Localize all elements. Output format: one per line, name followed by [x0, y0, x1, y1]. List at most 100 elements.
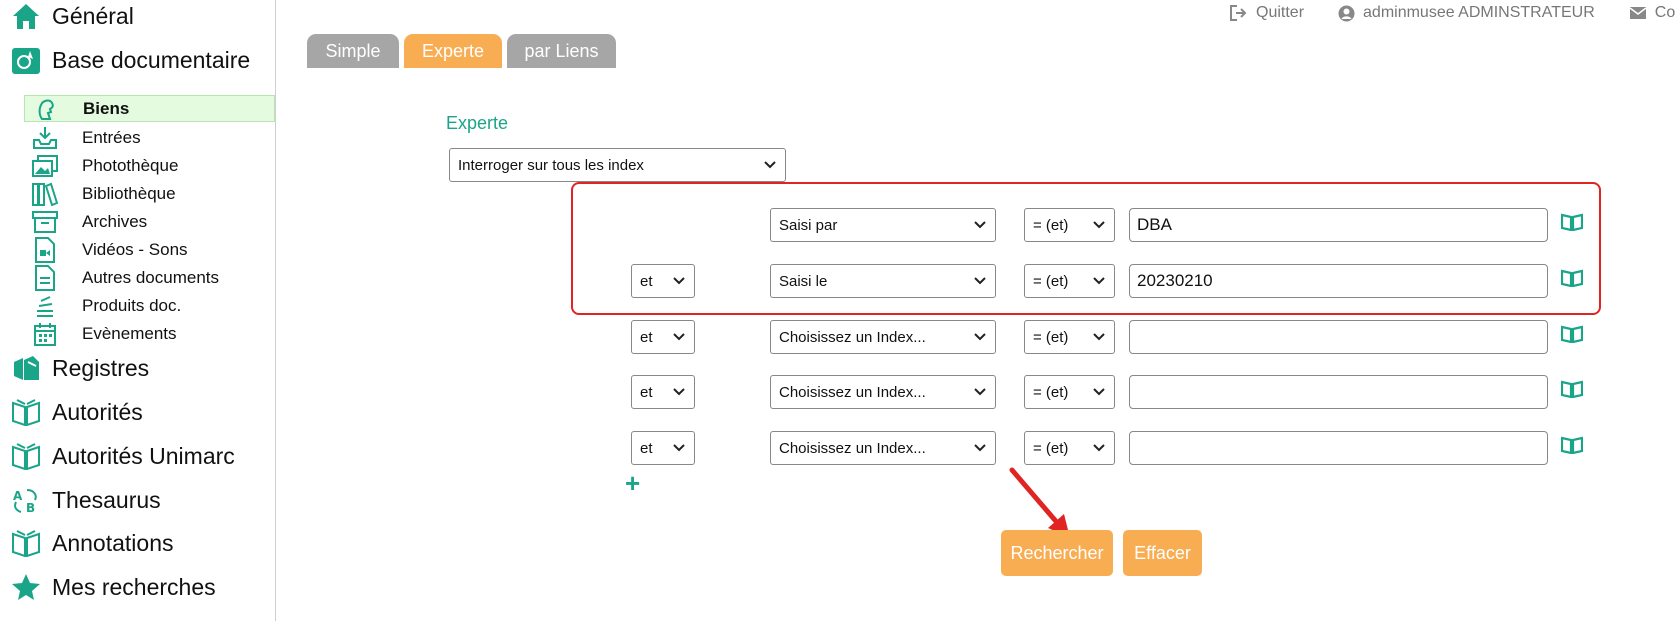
- chevron-down-icon: [1093, 388, 1105, 396]
- logic-select-value: et: [640, 272, 653, 290]
- logic-select-4[interactable]: et: [631, 375, 695, 409]
- document-icon: [32, 264, 58, 291]
- index-scope-value: Interroger sur tous les index: [458, 156, 644, 174]
- tab-simple[interactable]: Simple: [307, 34, 399, 68]
- inbox-download-icon: [32, 125, 58, 151]
- index-select-value: Saisi le: [779, 272, 828, 290]
- value-input-1[interactable]: DBA: [1129, 208, 1548, 242]
- index-lookup-icon[interactable]: [1561, 380, 1583, 398]
- database-icon: [10, 44, 42, 76]
- nav-registres[interactable]: Registres: [10, 352, 149, 384]
- index-select-4[interactable]: Choisissez un Index...: [770, 375, 996, 409]
- home-icon: [10, 0, 42, 32]
- index-select-value: Choisissez un Index...: [779, 383, 926, 401]
- top-bar: Quitter adminmusee ADMINSTRATEUR Co: [1230, 4, 1675, 22]
- nav-mes-recherches[interactable]: Mes recherches: [10, 571, 216, 603]
- logic-select-value: et: [640, 383, 653, 401]
- nav-general[interactable]: Général: [10, 0, 134, 32]
- bust-icon: [33, 96, 59, 122]
- nav-annotations-label: Annotations: [52, 529, 174, 556]
- nav-thesaurus[interactable]: AB Thesaurus: [10, 484, 161, 516]
- sidebar-item-autres-documents[interactable]: Autres documents: [24, 264, 275, 291]
- chevron-down-icon: [974, 333, 986, 341]
- quit-link[interactable]: Quitter: [1230, 4, 1304, 22]
- index-select-5[interactable]: Choisissez un Index...: [770, 431, 996, 465]
- archive-box-icon: [32, 209, 58, 235]
- tab-experte[interactable]: Experte: [404, 34, 502, 68]
- search-button[interactable]: Rechercher: [1001, 530, 1113, 576]
- sidebar-item-phototheque[interactable]: Photothèque: [24, 152, 275, 179]
- logic-select-3[interactable]: et: [631, 320, 695, 354]
- envelope-icon: [1629, 7, 1647, 19]
- chevron-down-icon: [974, 444, 986, 452]
- user-menu[interactable]: adminmusee ADMINSTRATEUR: [1338, 4, 1595, 22]
- sidebar-item-archives[interactable]: Archives: [24, 208, 275, 235]
- sidebar-item-videos-sons[interactable]: Vidéos - Sons: [24, 236, 275, 263]
- sidebar-item-label: Archives: [82, 211, 148, 231]
- contact-link[interactable]: Co: [1629, 4, 1675, 22]
- contact-label: Co: [1654, 4, 1675, 21]
- chevron-down-icon: [1093, 221, 1105, 229]
- chevron-down-icon: [673, 277, 685, 285]
- sidebar-item-bibliotheque[interactable]: Bibliothèque: [24, 180, 275, 207]
- sidebar: Général Base documentaire Biens Entrées …: [0, 0, 276, 621]
- index-select-value: Choisissez un Index...: [779, 439, 926, 457]
- nav-mes-recherches-label: Mes recherches: [52, 573, 216, 600]
- user-label: adminmusee ADMINSTRATEUR: [1363, 4, 1595, 21]
- operator-select-5[interactable]: = (et): [1024, 431, 1115, 465]
- logic-select-value: et: [640, 439, 653, 457]
- index-lookup-icon[interactable]: [1561, 436, 1583, 454]
- logic-select-5[interactable]: et: [631, 431, 695, 465]
- nav-annotations[interactable]: Annotations: [10, 527, 173, 559]
- add-row-button[interactable]: +: [625, 470, 640, 496]
- index-scope-select[interactable]: Interroger sur tous les index: [449, 148, 786, 182]
- nav-base-documentaire[interactable]: Base documentaire: [10, 44, 250, 76]
- operator-select-3[interactable]: = (et): [1024, 320, 1115, 354]
- index-lookup-icon[interactable]: [1561, 325, 1583, 343]
- sidebar-item-label: Produits doc.: [82, 295, 182, 315]
- thesaurus-icon: AB: [10, 484, 42, 516]
- sidebar-item-label: Entrées: [82, 127, 141, 147]
- nav-registres-label: Registres: [52, 354, 150, 381]
- value-input-2[interactable]: 20230210: [1129, 264, 1548, 298]
- svg-text:A: A: [13, 489, 23, 503]
- nav-autorites-label: Autorités: [52, 398, 143, 425]
- open-book-icon: [10, 396, 42, 428]
- operator-select-value: = (et): [1033, 328, 1069, 346]
- nav-autorites-unimarc-label: Autorités Unimarc: [52, 442, 235, 469]
- operator-select-value: = (et): [1033, 216, 1069, 234]
- open-book-icon: [10, 440, 42, 472]
- star-icon: [10, 571, 42, 603]
- nav-general-label: Général: [52, 2, 134, 29]
- operator-select-1[interactable]: = (et): [1024, 208, 1115, 242]
- chevron-down-icon: [673, 444, 685, 452]
- logic-select-2[interactable]: et: [631, 264, 695, 298]
- user-circle-icon: [1338, 5, 1355, 21]
- operator-select-2[interactable]: = (et): [1024, 264, 1115, 298]
- index-lookup-icon[interactable]: [1561, 269, 1583, 287]
- chevron-down-icon: [974, 221, 986, 229]
- value-input-5[interactable]: [1129, 431, 1548, 465]
- nav-autorites[interactable]: Autorités: [10, 396, 143, 428]
- sidebar-item-entrees[interactable]: Entrées: [24, 124, 275, 151]
- operator-select-value: = (et): [1033, 439, 1069, 457]
- index-select-1[interactable]: Saisi par: [770, 208, 996, 242]
- clear-button[interactable]: Effacer: [1123, 530, 1202, 576]
- index-select-2[interactable]: Saisi le: [770, 264, 996, 298]
- operator-select-value: = (et): [1033, 383, 1069, 401]
- nav-base-documentaire-label: Base documentaire: [52, 46, 251, 73]
- chevron-down-icon: [764, 161, 776, 169]
- sidebar-item-label: Vidéos - Sons: [82, 239, 188, 259]
- sidebar-item-biens[interactable]: Biens: [24, 95, 275, 122]
- value-input-3[interactable]: [1129, 320, 1548, 354]
- index-lookup-icon[interactable]: [1561, 213, 1583, 231]
- sidebar-item-produits-doc[interactable]: Produits doc.: [24, 292, 275, 319]
- value-input-4[interactable]: [1129, 375, 1548, 409]
- sidebar-item-evenements[interactable]: Evènements: [24, 320, 275, 347]
- index-select-3[interactable]: Choisissez un Index...: [770, 320, 996, 354]
- quit-label: Quitter: [1256, 4, 1305, 21]
- operator-select-4[interactable]: = (et): [1024, 375, 1115, 409]
- sidebar-item-label: Evènements: [82, 323, 177, 343]
- nav-autorites-unimarc[interactable]: Autorités Unimarc: [10, 440, 235, 472]
- tab-par-liens[interactable]: par Liens: [507, 34, 616, 68]
